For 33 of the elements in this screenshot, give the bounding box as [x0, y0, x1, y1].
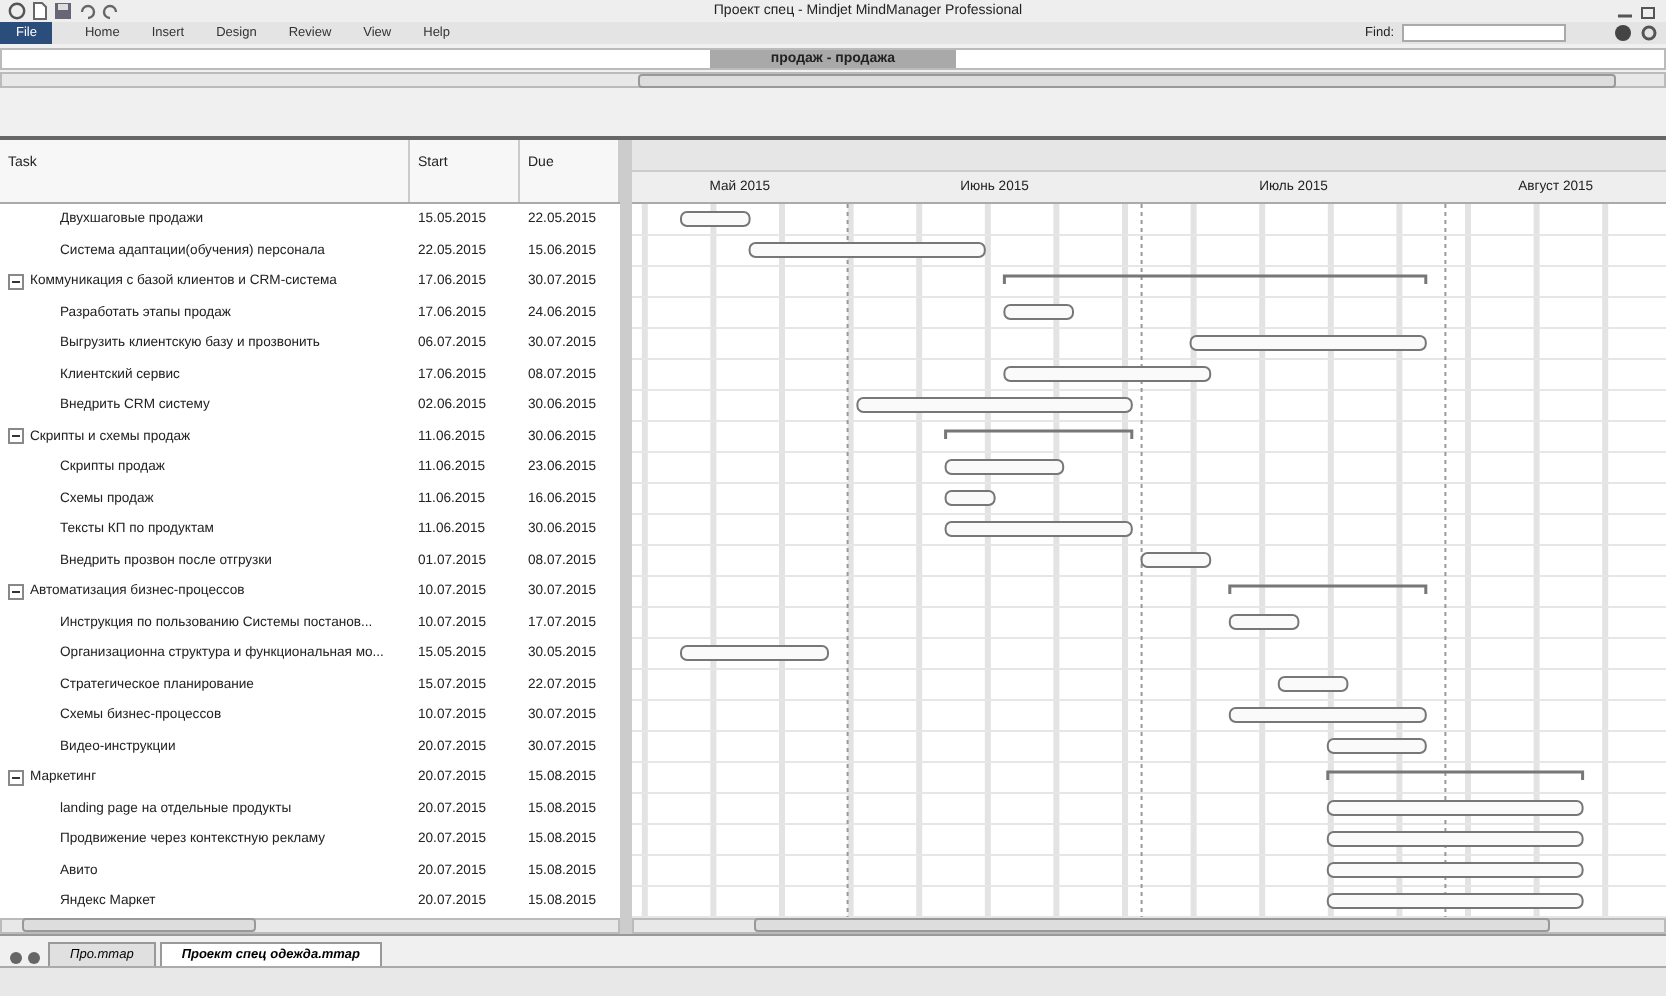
- task-bar[interactable]: [748, 242, 986, 258]
- task-bar[interactable]: [944, 521, 1133, 537]
- task-bar[interactable]: [680, 211, 751, 227]
- task-bar[interactable]: [1003, 366, 1212, 382]
- task-bar[interactable]: [856, 397, 1133, 413]
- task-bar[interactable]: [1277, 676, 1349, 692]
- task-bar[interactable]: [1140, 552, 1212, 568]
- find-field[interactable]: [1402, 24, 1566, 42]
- task-bar[interactable]: [1326, 831, 1584, 847]
- task-bar[interactable]: [1326, 862, 1584, 878]
- task-bar[interactable]: [1228, 614, 1300, 630]
- summary-bar[interactable]: [944, 429, 1134, 439]
- task-bar[interactable]: [1326, 893, 1584, 909]
- save-icon[interactable]: [54, 2, 72, 20]
- task-bar[interactable]: [1003, 304, 1074, 320]
- summary-bar[interactable]: [1326, 770, 1585, 780]
- horizontal-scrollbar[interactable]: [0, 917, 620, 933]
- task-bar[interactable]: [1326, 738, 1427, 754]
- task-bar[interactable]: [1189, 335, 1427, 351]
- task-bar[interactable]: [944, 459, 1065, 475]
- summary-bar[interactable]: [1228, 584, 1428, 594]
- new-file-icon[interactable]: [32, 2, 48, 20]
- task-bar[interactable]: [1228, 707, 1427, 723]
- task-bar[interactable]: [944, 490, 996, 506]
- task-bar[interactable]: [680, 645, 829, 661]
- collapse-icon[interactable]: [8, 769, 24, 786]
- collapse-icon[interactable]: [8, 428, 24, 445]
- task-bar[interactable]: [1326, 800, 1584, 816]
- horizontal-scrollbar[interactable]: [0, 72, 1666, 88]
- collapse-icon[interactable]: [8, 273, 24, 290]
- collapse-icon[interactable]: [8, 583, 24, 600]
- summary-bar[interactable]: [1002, 274, 1428, 284]
- restore-icon[interactable]: [1640, 3, 1658, 19]
